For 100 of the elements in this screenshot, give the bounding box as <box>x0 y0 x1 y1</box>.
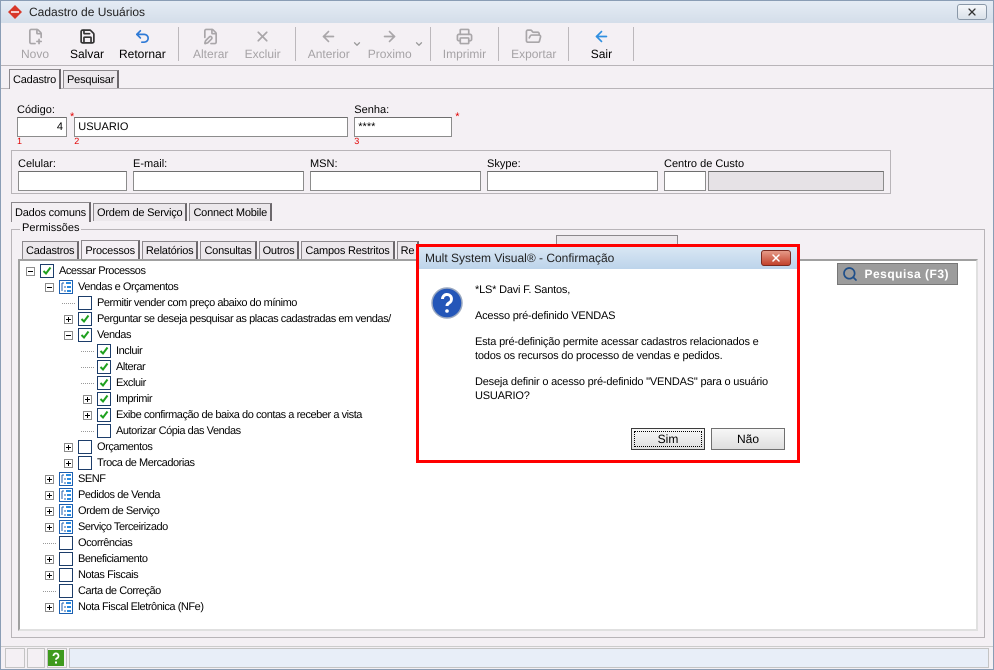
tab[interactable]: Ordem de Serviço <box>92 203 188 221</box>
list-group-icon <box>59 520 73 534</box>
dialog-message: Esta pré-definição permite acessar cadastros relacionados e todos os recursos do processo de vendas e pedidos. <box>475 335 760 363</box>
checkbox[interactable] <box>78 312 92 326</box>
expand-button[interactable] <box>83 410 92 420</box>
toolbar-button[interactable]: Salvar <box>61 24 113 64</box>
tree-item[interactable]: Permitir vender com preço abaixo do mínimo <box>95 297 299 309</box>
close-icon <box>966 6 978 18</box>
tree-item[interactable]: Incluir <box>114 345 144 357</box>
close-button[interactable] <box>761 250 791 266</box>
expand-button[interactable] <box>64 314 73 324</box>
tree-item[interactable]: Imprimir <box>114 393 154 405</box>
expand-button[interactable] <box>45 522 54 532</box>
checkbox[interactable] <box>59 568 73 582</box>
expand-button[interactable] <box>45 474 54 484</box>
plus-icon <box>46 556 53 562</box>
tree-item[interactable]: Perguntar se deseja pesquisar as placas cadastradas em vendas/ <box>95 313 393 325</box>
tree-item[interactable]: Notas Fiscais <box>76 569 140 581</box>
collapse-button[interactable] <box>45 282 54 292</box>
tab[interactable]: Campos Restritos <box>301 241 395 259</box>
plus-icon <box>84 412 91 418</box>
expand-button[interactable] <box>45 602 54 612</box>
tab[interactable]: Cadastro <box>9 69 62 89</box>
checkbox[interactable] <box>59 584 73 598</box>
tab[interactable]: Connect Mobile <box>189 203 272 221</box>
tree-item[interactable]: Acessar Processos <box>57 265 148 277</box>
tree-item[interactable]: Vendas <box>95 329 134 341</box>
list-group-icon <box>59 488 73 502</box>
checkbox[interactable] <box>97 360 111 374</box>
name-field[interactable]: USUARIO <box>74 117 348 137</box>
text-field[interactable] <box>310 171 481 191</box>
tab[interactable]: Consultas <box>200 241 257 259</box>
tree-item[interactable]: Alterar <box>114 361 148 373</box>
tree-item[interactable]: Vendas e Orçamentos <box>76 281 180 293</box>
tab[interactable]: Pesquisar <box>63 70 120 88</box>
expand-button[interactable] <box>45 506 54 516</box>
required-mark: * <box>455 113 460 122</box>
tree-item[interactable]: Orçamentos <box>95 441 154 453</box>
dialog-button[interactable]: Não <box>711 428 785 450</box>
expand-button[interactable] <box>64 442 73 452</box>
field-label: E-mail: <box>133 157 168 171</box>
checkbox[interactable] <box>78 440 92 454</box>
checkbox[interactable] <box>97 392 111 406</box>
field-label: MSN: <box>310 157 338 171</box>
field-label: Centro de Custo <box>664 157 746 171</box>
close-button[interactable] <box>957 4 987 20</box>
cost-center-code-field[interactable] <box>664 171 706 191</box>
tree-item[interactable]: Serviço Terceirizado <box>76 521 170 533</box>
toolbar-button[interactable]: Sair <box>575 24 628 64</box>
checkbox[interactable] <box>78 456 92 470</box>
checkbox[interactable] <box>78 296 92 310</box>
checkbox[interactable] <box>97 376 111 390</box>
text-field[interactable] <box>133 171 304 191</box>
checkbox[interactable] <box>59 536 73 550</box>
tree-item[interactable]: Ordem de Serviço <box>76 505 162 517</box>
code-field[interactable]: 4 <box>17 117 67 137</box>
tree-item[interactable]: Beneficiamento <box>76 553 150 565</box>
list-group-icon <box>59 472 73 486</box>
tab[interactable]: Relatórios <box>142 241 198 259</box>
toolbar-button[interactable]: Retornar <box>113 24 172 64</box>
help-icon[interactable] <box>48 650 64 666</box>
tree-item[interactable]: Troca de Mercadorias <box>95 457 197 469</box>
tree-item[interactable]: Autorizar Cópia das Vendas <box>114 425 243 437</box>
password-field[interactable]: **** <box>354 117 452 137</box>
plus-icon <box>46 604 53 610</box>
tab[interactable]: Cadastros <box>22 241 80 259</box>
collapse-button[interactable] <box>26 266 35 276</box>
tab[interactable]: Dados comuns <box>11 202 91 222</box>
folder-icon <box>525 28 542 44</box>
plus-icon <box>65 444 72 450</box>
tree-item[interactable]: Nota Fiscal Eletrônica (NFe) <box>76 601 206 613</box>
tree-item[interactable]: SENF <box>76 473 108 485</box>
collapse-button[interactable] <box>64 330 73 340</box>
cost-center-name-field[interactable] <box>708 171 884 191</box>
tree-item[interactable]: Ocorrências <box>76 537 134 549</box>
text-field[interactable] <box>18 171 127 191</box>
dialog-button[interactable]: Sim <box>631 428 705 450</box>
tree-item[interactable]: Exibe confirmação de baixa do contas a receber a vista <box>114 409 364 421</box>
dialog-message: Acesso pré-definido VENDAS <box>475 309 616 323</box>
checkbox[interactable] <box>97 344 111 358</box>
expand-button[interactable] <box>64 458 73 468</box>
checkbox[interactable] <box>40 264 54 278</box>
tree-item[interactable]: Pedidos de Venda <box>76 489 162 501</box>
expand-button[interactable] <box>83 394 92 404</box>
expand-button[interactable] <box>45 570 54 580</box>
plus-icon <box>46 572 53 578</box>
tree-item[interactable]: Excluir <box>114 377 148 389</box>
checkbox[interactable] <box>59 552 73 566</box>
text-field[interactable] <box>487 171 658 191</box>
expand-button[interactable] <box>45 490 54 500</box>
tree-item[interactable]: Carta de Correção <box>76 585 163 597</box>
tab[interactable]: Processos <box>81 240 140 260</box>
plus-icon <box>46 524 53 530</box>
tab[interactable]: Outros <box>258 241 300 259</box>
checkbox[interactable] <box>78 328 92 342</box>
printer-icon <box>456 28 473 44</box>
checkbox[interactable] <box>97 424 111 438</box>
checkbox[interactable] <box>97 408 111 422</box>
plus-icon <box>46 508 53 514</box>
expand-button[interactable] <box>45 554 54 564</box>
